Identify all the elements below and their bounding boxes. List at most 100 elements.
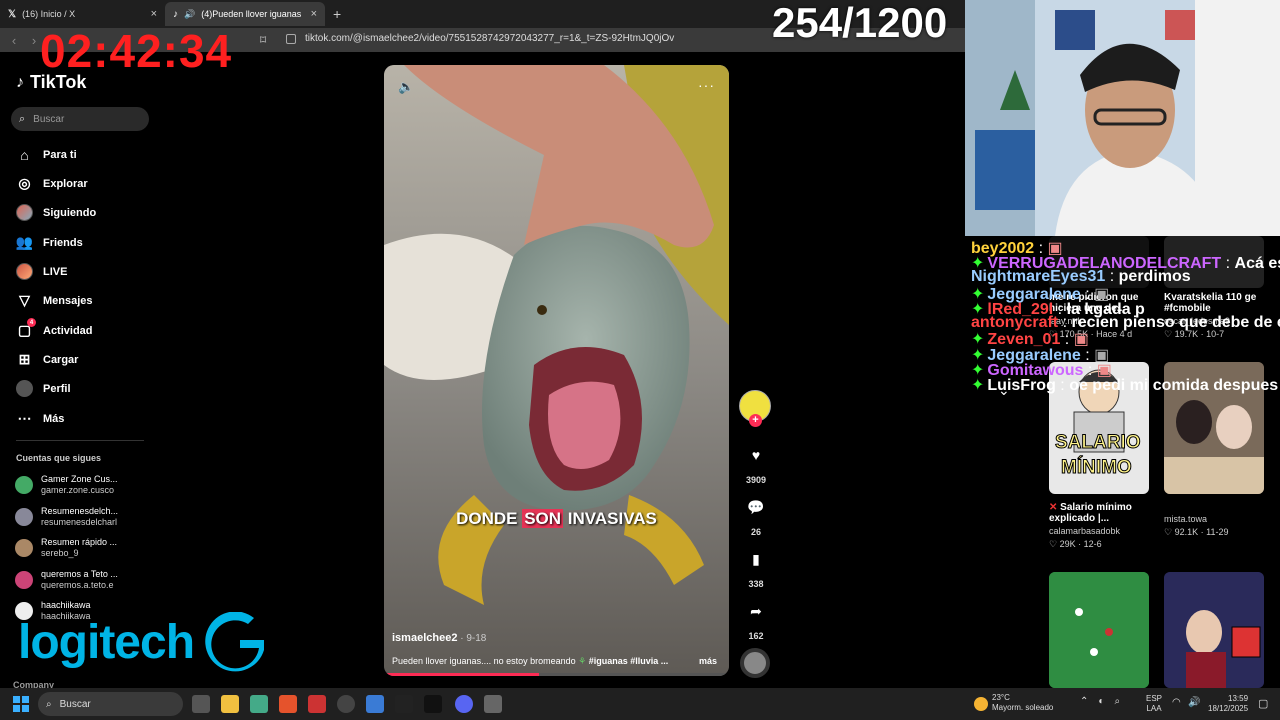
tiktok-logo[interactable]: ♪ TikTok [16, 72, 86, 93]
thumb-text: SALARIO [1055, 432, 1141, 454]
nav-mensajes[interactable]: ▽ Mensajes [16, 292, 93, 309]
capcut-icon[interactable] [395, 695, 413, 713]
search-icon: ⌕ [46, 698, 52, 710]
share-button[interactable]: ➦ 162 [737, 596, 775, 642]
chat-message: ✦LuisFrog : oe pedi mi comida despues qu… [971, 375, 1280, 395]
thumb-text: MÍNIMO [1061, 457, 1133, 479]
more-options-icon[interactable]: ··· [698, 77, 715, 93]
save-button[interactable]: ▮ 338 [737, 544, 775, 590]
nav-perfil[interactable]: Perfil [16, 380, 71, 397]
nav-label: Cargar [43, 353, 79, 366]
share-count: 162 [748, 631, 764, 641]
app-icon[interactable] [424, 695, 442, 713]
speaker-icon[interactable]: 🔊 [184, 9, 195, 20]
video-progress[interactable] [384, 673, 729, 676]
chat-text: oe pedi mi comida despues que tu y ya me… [1069, 377, 1280, 394]
nav-mas[interactable]: ⋯ Más [16, 410, 65, 427]
plant-icon: ⚘ [578, 656, 587, 666]
brave-icon[interactable] [279, 695, 297, 713]
home-icon: ⌂ [20, 146, 29, 163]
tab-title: (4)Pueden llover iguanas.... no [201, 9, 302, 19]
discord-icon[interactable] [455, 695, 473, 713]
calculator-icon[interactable] [484, 695, 502, 713]
x-logo-icon: 𝕏 [8, 8, 17, 20]
nav-cargar[interactable]: ⊞ Cargar [16, 351, 79, 368]
video-card[interactable] [1049, 572, 1149, 688]
tray-app-icon[interactable]: ◐ [1098, 696, 1104, 707]
following-item[interactable]: queremos a Teto ... queremos.a.teto.e [15, 569, 118, 591]
chevron-up-icon[interactable]: ⌃ [1080, 696, 1088, 707]
video-author[interactable]: ismaelchee2 · 9-18 [392, 632, 486, 644]
like-button[interactable]: ♥ 3909 [737, 440, 775, 485]
url-field[interactable]: tiktok.com/@ismaelchee2/video/7551528742… [305, 33, 674, 44]
video-card[interactable] [1164, 572, 1264, 688]
tab-close-icon[interactable]: × [311, 8, 317, 20]
search-input[interactable]: ⌕ Buscar [11, 107, 149, 131]
nav-para-ti[interactable]: ⌂ Para ti [16, 146, 76, 163]
chevron-down-icon[interactable]: ⌄ [998, 382, 1010, 399]
volume-icon[interactable]: 🔈 [398, 79, 414, 95]
site-info-icon[interactable] [286, 34, 296, 44]
live-icon [16, 263, 33, 280]
wifi-icon[interactable]: ◠ [1172, 697, 1181, 708]
tiktok-icon: ♪ [173, 8, 178, 20]
browser-tab-x[interactable]: 𝕏 (16) Inicio / X × [0, 2, 165, 26]
following-item[interactable]: Resumen rápido ... serebo_9 [15, 537, 117, 559]
obs-icon[interactable] [337, 695, 355, 713]
nav-label: LIVE [43, 265, 68, 278]
card-title: ✕ Salario mínimo explicado |... [1049, 502, 1149, 524]
red-x-icon: ✕ [1049, 502, 1058, 513]
nav-explorar[interactable]: ◎ Explorar [16, 175, 87, 192]
notification-badge: 4 [27, 318, 36, 327]
more-button[interactable]: más [699, 656, 717, 666]
app-icon[interactable] [308, 695, 326, 713]
nav-friends[interactable]: 👥 Friends [16, 234, 83, 251]
stream-counter: 254/1200 [772, 0, 948, 46]
browser-tab-tiktok[interactable]: ♪ 🔊 (4)Pueden llover iguanas.... no × [165, 2, 325, 26]
nav-siguiendo[interactable]: Siguiendo [16, 204, 96, 221]
friends-icon: 👥 [15, 234, 34, 250]
taskbar-search[interactable]: ⌕ Buscar [38, 692, 183, 716]
microphone-icon[interactable]: ⌕ [1114, 696, 1120, 707]
lang-layout: LAA [1146, 703, 1162, 713]
like-count: 3909 [745, 475, 767, 485]
following-item[interactable]: Resumenesdelch... resumenesdelcharl [15, 506, 118, 528]
bookmark-icon[interactable]: ⌑ [260, 33, 266, 47]
task-view-icon[interactable] [192, 695, 210, 713]
follow-plus-icon[interactable]: + [749, 414, 762, 427]
card-user: calamarbasadobk [1049, 526, 1121, 536]
video-player[interactable]: 🔈 ··· DONDE SON INVASIVAS ismaelchee2 · … [384, 65, 729, 676]
hashtags[interactable]: #iguanas #lluvia ... [589, 656, 669, 666]
tab-close-icon[interactable]: × [151, 8, 157, 20]
language-indicator[interactable]: ESP LAA [1146, 694, 1162, 713]
description-text: Pueden llover iguanas.... no estoy brome… [392, 656, 579, 666]
windows-start-icon[interactable] [13, 696, 29, 712]
nav-label: Siguiendo [43, 206, 97, 219]
nav-label: Mensajes [43, 294, 93, 307]
comment-count: 26 [750, 527, 761, 537]
card-stats: 92.1K · 11-29 [1174, 527, 1229, 537]
following-user: serebo_9 [41, 547, 79, 558]
weather-widget[interactable]: 23°C Mayorm. soleado [992, 693, 1053, 714]
music-disc-icon[interactable] [740, 648, 770, 678]
notes-icon[interactable] [366, 695, 384, 713]
nav-actividad[interactable]: ▢ 4 Actividad [16, 318, 93, 339]
logitech-overlay: logitech [18, 612, 266, 674]
back-icon[interactable]: ‹ [4, 33, 24, 48]
store-icon[interactable] [250, 695, 268, 713]
file-explorer-icon[interactable] [221, 695, 239, 713]
weather-temp: 23°C [992, 693, 1010, 702]
comment-button[interactable]: 💬 26 [737, 492, 775, 538]
logitech-wordmark: logitech [18, 616, 195, 669]
following-item[interactable]: Gamer Zone Cus... gamer.zone.cusco [15, 474, 118, 496]
video-progress-fill [384, 673, 540, 676]
notifications-icon[interactable]: ▢ [1258, 697, 1268, 710]
weather-sun-icon [974, 697, 988, 711]
webcam-feed [965, 0, 1280, 236]
video-thumbnail [1049, 572, 1149, 688]
screen: 𝕏 (16) Inicio / X × ♪ 🔊 (4)Pueden llover… [0, 0, 1280, 720]
volume-icon[interactable]: 🔊 [1188, 697, 1200, 708]
new-tab-icon[interactable]: + [333, 6, 341, 22]
nav-live[interactable]: LIVE [16, 263, 67, 280]
taskbar-clock[interactable]: 13:59 18/12/2025 [1208, 694, 1248, 715]
